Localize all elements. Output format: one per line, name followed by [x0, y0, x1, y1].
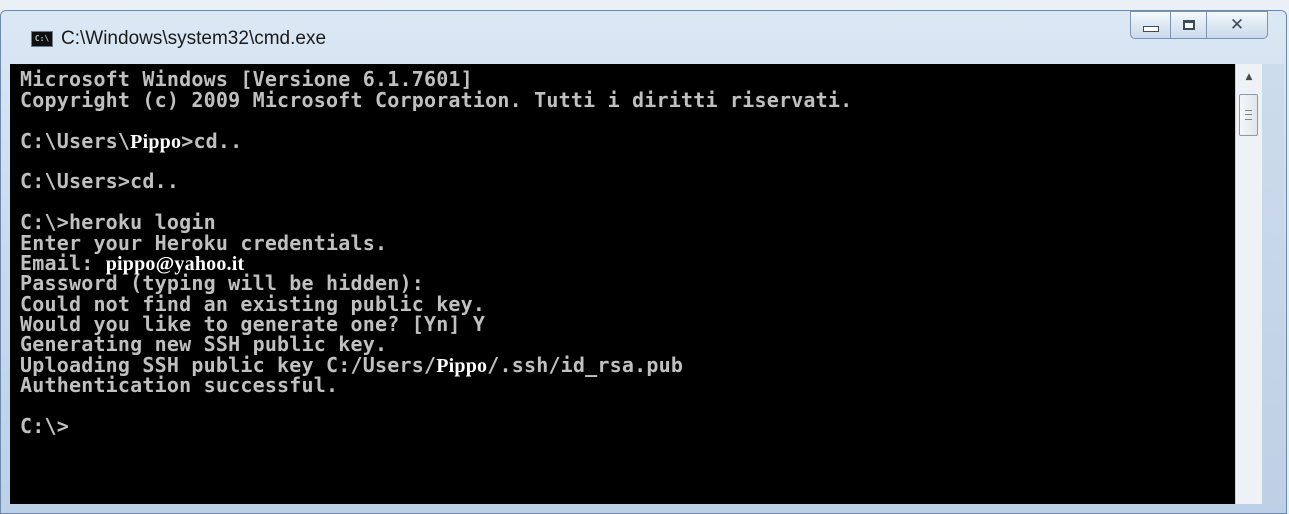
console-text: Copyright (c) 2009 Microsoft Corporation…	[20, 88, 853, 112]
console-text: C:\Users>cd..	[20, 169, 180, 193]
console-line: Copyright (c) 2009 Microsoft Corporation…	[20, 88, 852, 112]
console-text: /.ssh/id_rsa.pub	[487, 353, 684, 377]
console-line: C:\>	[20, 414, 69, 438]
maximize-icon	[1182, 20, 1195, 30]
console-output[interactable]: Microsoft Windows [Versione 6.1.7601] Cop…	[10, 64, 1235, 504]
console-text: C:\Users\	[20, 129, 131, 153]
console-highlight-text: Pippo	[130, 131, 182, 153]
close-icon: ✕	[1229, 15, 1245, 35]
close-button[interactable]: ✕	[1206, 11, 1268, 39]
console-text: Authentication successful.	[20, 373, 339, 397]
console-highlight-text: Pippo	[436, 355, 488, 377]
vertical-scrollbar[interactable]: ▲	[1235, 64, 1262, 504]
window-title: C:\Windows\system32\cmd.exe	[61, 28, 327, 49]
window-controls: ✕	[1130, 11, 1268, 41]
title-bar[interactable]: C:\ C:\Windows\system32\cmd.exe ✕	[1, 11, 1286, 61]
scrollbar-thumb[interactable]	[1239, 94, 1258, 136]
window-frame-right	[1262, 64, 1284, 504]
maximize-button[interactable]	[1170, 11, 1206, 39]
minimize-button[interactable]	[1130, 11, 1170, 39]
console-text: >cd..	[181, 129, 243, 153]
console-line: C:\Users>cd..	[20, 169, 179, 193]
grip-icon	[1245, 110, 1252, 120]
console-line: Authentication successful.	[20, 373, 338, 397]
cmd-app-icon[interactable]: C:\	[31, 31, 53, 47]
minimize-icon	[1142, 26, 1159, 32]
console-line: C:\Users\Pippo>cd..	[20, 129, 242, 154]
scroll-up-arrow-icon[interactable]: ▲	[1236, 64, 1262, 90]
console-text: C:\>	[20, 414, 69, 438]
